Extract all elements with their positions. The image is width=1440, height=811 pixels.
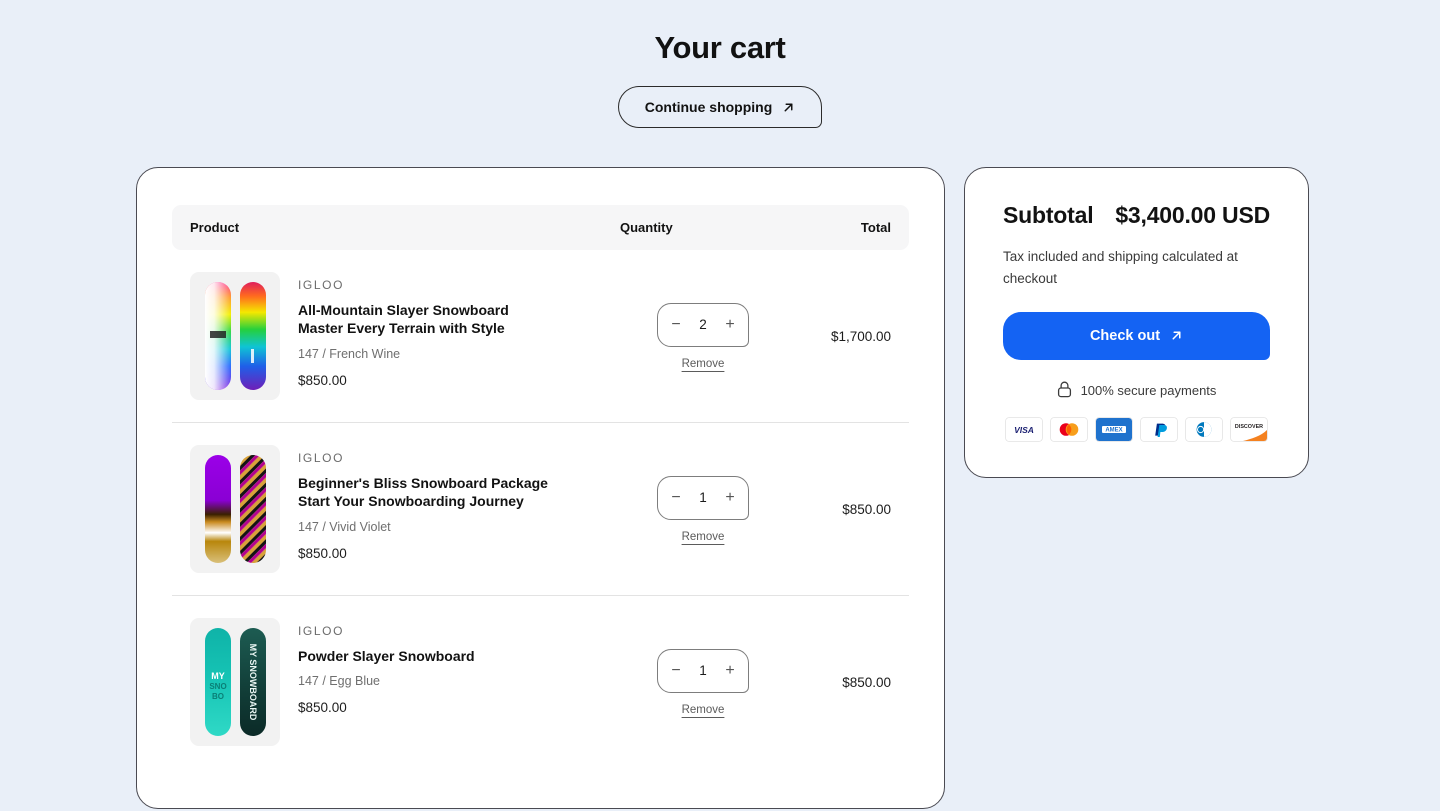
svg-text:VISA: VISA: [1014, 425, 1034, 435]
continue-shopping-button[interactable]: Continue shopping: [617, 86, 823, 128]
checkout-button[interactable]: Check out: [1003, 311, 1270, 360]
snowboard-violet-thumbnail[interactable]: [190, 445, 280, 573]
subtotal-amount: $3,400.00 USD: [1115, 202, 1270, 228]
product-unit-price: $850.00: [298, 545, 347, 561]
line-item-product: IGLOO All-Mountain Slayer Snowboard Mast…: [190, 272, 620, 400]
quantity-increase-button[interactable]: +: [723, 662, 737, 679]
mastercard-icon: [1051, 417, 1087, 441]
subtotal-label: Subtotal: [1003, 202, 1094, 228]
discover-icon: DISCOVER: [1231, 417, 1267, 441]
line-item-quantity: − 1 + Remove: [620, 475, 780, 543]
product-variant: 147 / French Wine: [298, 346, 401, 361]
secure-payments-note: 100% secure payments: [1003, 381, 1270, 401]
product-title[interactable]: All-Mountain Slayer Snowboard Master Eve…: [298, 301, 548, 338]
product-vendor: IGLOO: [298, 278, 345, 292]
product-title[interactable]: Powder Slayer Snowboard: [298, 647, 475, 665]
quantity-stepper[interactable]: − 1 +: [657, 475, 749, 520]
line-item-quantity: − 1 + Remove: [620, 648, 780, 716]
product-vendor: IGLOO: [298, 451, 345, 465]
snowboard-teal-thumbnail[interactable]: MY SNO BO MY SNOWBOARD: [190, 618, 280, 746]
quantity-decrease-button[interactable]: −: [669, 489, 683, 506]
remove-item-button[interactable]: Remove: [682, 358, 725, 370]
secure-payments-label: 100% secure payments: [1080, 383, 1217, 399]
line-item-info: IGLOO All-Mountain Slayer Snowboard Mast…: [298, 272, 548, 388]
quantity-value[interactable]: 1: [699, 663, 707, 678]
quantity-increase-button[interactable]: +: [723, 316, 737, 333]
quantity-stepper[interactable]: − 2 +: [657, 302, 749, 347]
arrow-up-right-icon: [1170, 329, 1183, 342]
cart-body: Product Quantity Total IGLOO All-Mountai…: [136, 167, 1309, 809]
product-variant: 147 / Egg Blue: [298, 674, 381, 689]
line-item-product: IGLOO Beginner's Bliss Snowboard Package…: [190, 445, 620, 573]
snowboard-rainbow-thumbnail[interactable]: [190, 272, 280, 400]
diners-club-icon: [1186, 417, 1222, 441]
svg-text:BO: BO: [212, 692, 224, 701]
quantity-increase-button[interactable]: +: [723, 489, 737, 506]
line-item-total: $850.00: [842, 674, 891, 690]
product-variant: 147 / Vivid Violet: [298, 519, 391, 534]
amex-icon: AMEX: [1096, 417, 1132, 441]
svg-text:AMEX: AMEX: [1105, 427, 1122, 433]
line-item-info: IGLOO Powder Slayer Snowboard 147 / Egg …: [298, 618, 475, 715]
product-unit-price: $850.00: [298, 700, 347, 716]
product-title[interactable]: Beginner's Bliss Snowboard Package Start…: [298, 474, 548, 511]
cart-table-header: Product Quantity Total: [172, 205, 909, 250]
subtotal-row: Subtotal $3,400.00 USD: [1003, 202, 1270, 229]
checkout-label: Check out: [1089, 327, 1161, 344]
remove-item-button[interactable]: Remove: [682, 531, 725, 543]
continue-shopping-label: Continue shopping: [644, 99, 773, 115]
quantity-stepper[interactable]: − 1 +: [657, 648, 749, 693]
visa-icon: VISA: [1006, 417, 1042, 441]
cart-line-item: MY SNO BO MY SNOWBOARD IGLOO Powder Slay…: [172, 596, 909, 768]
column-header-quantity: Quantity: [620, 220, 673, 235]
line-item-info: IGLOO Beginner's Bliss Snowboard Package…: [298, 445, 548, 561]
product-vendor: IGLOO: [298, 624, 345, 638]
svg-text:DISCOVER: DISCOVER: [1235, 424, 1263, 430]
cart-line-item: IGLOO All-Mountain Slayer Snowboard Mast…: [172, 250, 909, 423]
cart-header: Your cart Continue shopping: [0, 0, 1440, 128]
svg-text:SNO: SNO: [209, 682, 226, 691]
paypal-icon: [1141, 417, 1177, 441]
page-title: Your cart: [654, 30, 786, 65]
arrow-up-right-icon: [782, 101, 795, 114]
line-item-product: MY SNO BO MY SNOWBOARD IGLOO Powder Slay…: [190, 618, 620, 746]
quantity-value[interactable]: 1: [699, 490, 707, 505]
tax-shipping-note: Tax included and shipping calculated at …: [1003, 249, 1238, 286]
order-summary-card: Subtotal $3,400.00 USD Tax included and …: [964, 167, 1309, 478]
remove-item-button[interactable]: Remove: [682, 704, 725, 716]
payment-methods-list: VISA AMEX DISCOVER: [1003, 417, 1270, 441]
lock-icon: [1057, 381, 1072, 401]
product-unit-price: $850.00: [298, 372, 347, 388]
svg-text:MY SNOWBOARD: MY SNOWBOARD: [248, 644, 258, 721]
quantity-decrease-button[interactable]: −: [669, 662, 683, 679]
line-item-total: $850.00: [842, 501, 891, 517]
line-item-quantity: − 2 + Remove: [620, 302, 780, 370]
cart-page: Your cart Continue shopping Product Quan…: [0, 0, 1440, 811]
column-header-product: Product: [190, 220, 240, 235]
column-header-total: Total: [860, 220, 891, 235]
cart-items-card: Product Quantity Total IGLOO All-Mountai…: [136, 167, 945, 809]
line-item-total: $1,700.00: [830, 328, 891, 344]
cart-line-item: IGLOO Beginner's Bliss Snowboard Package…: [172, 423, 909, 596]
quantity-decrease-button[interactable]: −: [669, 316, 683, 333]
quantity-value[interactable]: 2: [699, 317, 707, 332]
svg-text:MY: MY: [211, 671, 225, 681]
